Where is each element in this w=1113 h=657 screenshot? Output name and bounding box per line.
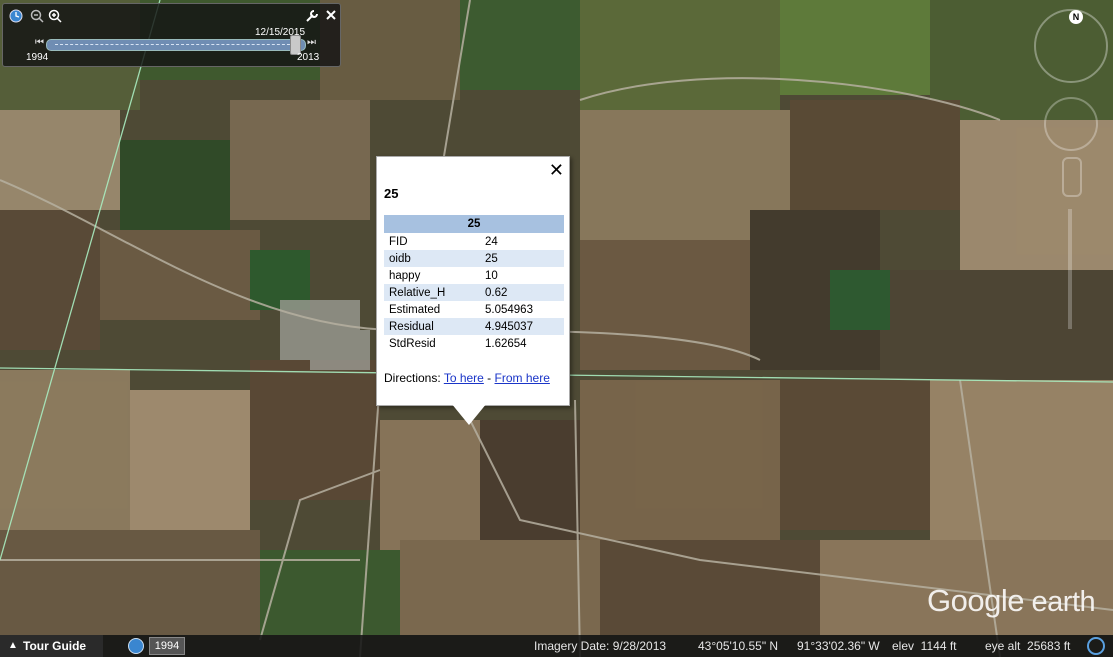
field-value: 24 xyxy=(485,235,498,248)
tour-guide-button[interactable]: ▲ Tour Guide xyxy=(0,635,103,657)
wrench-icon[interactable] xyxy=(304,9,320,25)
zoom-slider[interactable] xyxy=(1061,195,1079,345)
street-view-pegman-icon[interactable] xyxy=(1062,157,1082,197)
attribute-table-header: 25 xyxy=(384,215,564,233)
eye-altitude: eye alt 25683 ft xyxy=(985,639,1071,653)
field-name: Estimated xyxy=(389,303,441,316)
elevation: elev 1144 ft xyxy=(892,639,957,653)
compass-north-icon[interactable]: N xyxy=(1069,10,1083,24)
table-row: FID 24 xyxy=(384,233,564,250)
table-row: StdResid 1.62654 xyxy=(384,335,564,352)
field-name: FID xyxy=(389,235,408,248)
attribute-table: 25 FID 24 oidb 25 happy 10 Relative_H 0.… xyxy=(384,215,564,352)
historical-clock-icon[interactable] xyxy=(128,638,144,654)
field-name: oidb xyxy=(384,250,480,267)
close-icon[interactable] xyxy=(323,9,339,25)
historical-imagery-slider[interactable]: 12/15/2015 ⏮ ⏭ 1994 2013 xyxy=(2,3,341,67)
table-row: oidb 25 xyxy=(384,250,564,267)
table-row: Relative_H 0.62 xyxy=(384,284,564,301)
field-value: 25 xyxy=(480,250,564,267)
table-row: Residual 4.945037 xyxy=(384,318,564,335)
navigation-controls: N xyxy=(1030,5,1110,350)
slider-start-year: 1994 xyxy=(26,52,49,63)
google-earth-logo: Google earth xyxy=(927,583,1096,618)
directions-links: Directions: To here - From here xyxy=(384,371,550,385)
clock-icon[interactable] xyxy=(8,9,24,25)
balloon-pointer xyxy=(451,403,487,425)
table-row: Estimated 5.054963 xyxy=(384,301,564,318)
directions-separator: - xyxy=(483,371,495,385)
slider-end-year: 2013 xyxy=(297,52,320,63)
field-name: Residual xyxy=(384,318,480,335)
field-name: Relative_H xyxy=(384,284,480,301)
slider-forward-icon[interactable]: ⏭ xyxy=(307,37,316,48)
field-name: StdResid xyxy=(389,337,436,350)
globe-streaming-icon xyxy=(1087,637,1105,655)
directions-label: Directions: xyxy=(384,371,441,385)
zoom-track[interactable] xyxy=(1068,209,1072,329)
imagery-date: Imagery Date: 9/28/2013 xyxy=(534,639,667,653)
compass-ring[interactable]: N xyxy=(1034,9,1108,83)
directions-from-here-link[interactable]: From here xyxy=(495,371,550,385)
zoom-in-icon[interactable] xyxy=(47,9,63,25)
look-joystick[interactable] xyxy=(1044,97,1098,151)
directions-to-here-link[interactable]: To here xyxy=(444,371,484,385)
longitude: 91°33'02.36" W xyxy=(797,639,880,653)
placemark-balloon: ✕ 25 25 FID 24 oidb 25 happy 10 Relative… xyxy=(376,156,570,406)
field-value: 5.054963 xyxy=(485,303,533,316)
table-row: happy 10 xyxy=(384,267,564,284)
zoom-out-icon[interactable] xyxy=(29,9,45,25)
tour-guide-label: Tour Guide xyxy=(23,639,87,653)
slider-ticks xyxy=(55,44,295,47)
field-name: happy xyxy=(389,269,421,282)
balloon-title: 25 xyxy=(384,186,399,201)
expand-arrow-icon: ▲ xyxy=(8,640,18,651)
balloon-close-button[interactable]: ✕ xyxy=(549,160,564,180)
field-value: 0.62 xyxy=(480,284,564,301)
latitude: 43°05'10.55" N xyxy=(698,639,779,653)
slider-track[interactable] xyxy=(46,39,306,51)
field-value: 4.945037 xyxy=(480,318,564,335)
field-value: 10 xyxy=(485,269,498,282)
status-bar: ▲ Tour Guide 1994 Imagery Date: 9/28/201… xyxy=(0,635,1113,657)
field-value: 1.62654 xyxy=(485,337,527,350)
historical-year-badge[interactable]: 1994 xyxy=(149,637,185,655)
slider-back-icon[interactable]: ⏮ xyxy=(35,37,44,48)
